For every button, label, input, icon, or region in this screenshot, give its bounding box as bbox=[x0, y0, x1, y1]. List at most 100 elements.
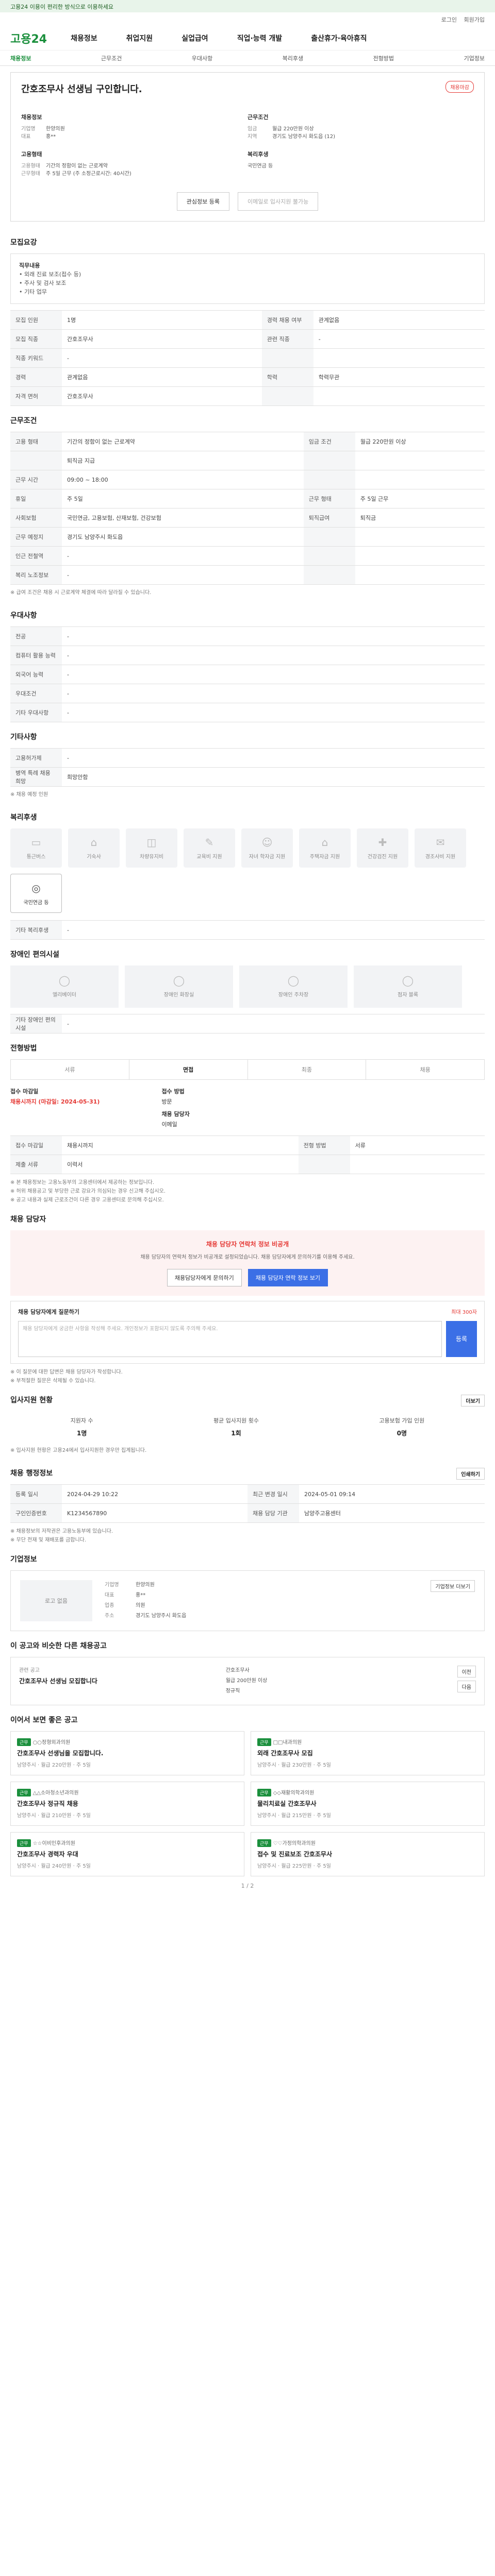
card-title: 간호조무사 경력자 우대 bbox=[17, 1851, 78, 1858]
card-tag: 근무 bbox=[257, 1738, 271, 1746]
card-company: □□내과의원 bbox=[273, 1740, 302, 1745]
section-title: 이어서 보면 좋은 공고 bbox=[10, 1716, 78, 1724]
cell-value: - bbox=[62, 565, 304, 585]
signup-link[interactable]: 회원가입 bbox=[464, 16, 485, 23]
cell-key: 근무 형태 bbox=[303, 489, 355, 509]
welfare-label: 교육비 지원 bbox=[196, 854, 222, 860]
kv-value: 홍** bbox=[46, 134, 56, 140]
contact-panel: 채용 담당자 연락처 정보 비공개 채용 담당자의 연락처 정보가 비공개로 설… bbox=[10, 1230, 485, 1296]
gnb-item[interactable]: 채용정보 bbox=[71, 33, 97, 43]
prev-button[interactable]: 이전 bbox=[457, 1666, 476, 1677]
table-row: 외국어 능력 - bbox=[10, 665, 485, 684]
question-textarea[interactable]: 채용 담당자에게 궁금한 사항을 작성해 주세요. 개인정보가 포함되지 않도록… bbox=[18, 1321, 442, 1357]
login-link[interactable]: 로그인 bbox=[441, 16, 457, 23]
email-apply-button[interactable]: 이메일로 입사지원 불가능 bbox=[237, 192, 319, 211]
cell-key: 경력 채용 여부 bbox=[261, 310, 314, 330]
pager[interactable]: 1 / 2 bbox=[0, 1876, 495, 1889]
summary-label: 근무조건 bbox=[248, 114, 269, 121]
cell-value: 주 5일 bbox=[62, 489, 304, 509]
question-box: 채용 담당자에게 질문하기 최대 300자 채용 담당자에게 궁금한 사항을 작… bbox=[10, 1301, 485, 1364]
stats-more-button[interactable]: 더보기 bbox=[461, 1395, 485, 1406]
deadline-value: 채용시까지 (마감일: 2024-05-31) bbox=[10, 1098, 100, 1105]
note-item: ※ 본 채용정보는 고용노동부의 고용센터에서 제공하는 정보입니다. bbox=[10, 1180, 155, 1185]
welfare-label: 차량유지비 bbox=[140, 854, 163, 860]
print-button[interactable]: 인쇄하기 bbox=[456, 1468, 485, 1480]
cell-key: 퇴직급여 bbox=[303, 508, 355, 528]
company-row: 업종 의원 bbox=[105, 1601, 418, 1611]
job-card[interactable]: 근무 ◇◇재활의학과의원 물리치료실 간호조무사 남양주시 · 월급 215만원 · … bbox=[251, 1782, 485, 1826]
cell-value bbox=[355, 451, 485, 470]
cell-value: - bbox=[62, 920, 485, 940]
kv-value: 한양의원 bbox=[46, 126, 65, 132]
gnb-item[interactable]: 직업·능력 개발 bbox=[237, 33, 282, 43]
question-submit-button[interactable]: 등록 bbox=[446, 1321, 477, 1357]
summary-left: 채용정보 기업명 한양의원 대표 홍** bbox=[21, 113, 248, 141]
stats-row: 지원자 수 1명 평균 입사지원 횟수 1회 고용보험 가입 인원 0명 bbox=[0, 1411, 495, 1443]
interest-button[interactable]: 관심정보 등록 bbox=[176, 192, 229, 211]
cell-value bbox=[350, 1155, 485, 1174]
welfare-card: ⌂ 주택자금 지원 bbox=[299, 828, 351, 868]
job-card[interactable]: 근무 △△소아청소년과의원 간호조무사 정규직 채용 남양주시 · 월급 210만원 … bbox=[10, 1782, 244, 1826]
gnb-item[interactable]: 실업급여 bbox=[182, 33, 208, 43]
cell-value: - bbox=[62, 626, 485, 646]
tab-preferred[interactable]: 우대사항 bbox=[192, 54, 212, 62]
contact-view-button[interactable]: 채용 담당자 연락 정보 보기 bbox=[248, 1269, 328, 1286]
job-card[interactable]: 근무 ♡♡가정의학과의원 접수 및 진료보조 간호조무사 남양주시 · 월급 225만… bbox=[251, 1832, 485, 1876]
table-row: 우대조건 - bbox=[10, 684, 485, 703]
cell-value bbox=[355, 565, 485, 585]
job-card[interactable]: 근무 ○○정형외과의원 간호조무사 선생님을 모집합니다. 남양주시 · 월급 220… bbox=[10, 1731, 244, 1775]
logo[interactable]: 고용24 bbox=[10, 30, 47, 46]
note-item: ※ 공고 내용과 실제 근로조건이 다른 경우 고용센터로 문의해 주십시오. bbox=[10, 1197, 164, 1203]
duty-item: • 기타 업무 bbox=[19, 289, 47, 295]
table-row: 접수 마감일 채용시까지 전형 방법 서류 bbox=[10, 1136, 485, 1155]
company-more-button[interactable]: 기업정보 더보기 bbox=[431, 1580, 475, 1592]
tab-recruit[interactable]: 채용정보 bbox=[10, 54, 31, 62]
tab-welfare[interactable]: 복리후생 bbox=[283, 54, 303, 62]
cell-value: 2024-04-29 10:22 bbox=[62, 1484, 248, 1504]
tab-conditions[interactable]: 근무조건 bbox=[101, 54, 122, 62]
cell-key bbox=[303, 527, 355, 547]
similar-tags: 간호조무사 월급 200만원 이상 정규직 bbox=[226, 1666, 329, 1697]
top-banner: 고용24 이용이 편리한 방식으로 이용하세요 bbox=[0, 0, 495, 12]
job-card[interactable]: 근무 □□내과의원 외래 간호조무사 모집 남양주시 · 월급 230만원 · 주 5… bbox=[251, 1731, 485, 1775]
cell-key: 휴일 bbox=[10, 489, 62, 509]
cell-value: 주 5일 근무 bbox=[355, 489, 485, 509]
cell-key: 직종 키워드 bbox=[10, 348, 62, 368]
welfare-label: 건강검진 지원 bbox=[367, 854, 398, 860]
facility-icon: ◯ bbox=[287, 974, 300, 987]
cell-key: 기타 우대사항 bbox=[10, 703, 62, 722]
gnb-item[interactable]: 출산휴가·육아휴직 bbox=[311, 33, 367, 43]
company-logo: 로고 없음 bbox=[20, 1580, 92, 1621]
stats-note: ※ 입사지원 현황은 고용24에서 입사지원한 경우만 집계됩니다. bbox=[10, 1448, 147, 1453]
facility-card: ◯ 점자 블록 bbox=[354, 965, 462, 1008]
cell-value: 2024-05-01 09:14 bbox=[299, 1484, 485, 1504]
similar-title[interactable]: 간호조무사 선생님 모집합니다 bbox=[19, 1676, 97, 1685]
cell-key bbox=[298, 1155, 350, 1174]
inquiry-button[interactable]: 채용담당자에게 문의하기 bbox=[167, 1269, 242, 1286]
table-row: 근무 예정지 경기도 남양주시 화도읍 bbox=[10, 527, 485, 547]
disability-extra: 기타 장애인 편의시설 - bbox=[10, 1014, 485, 1033]
gnb-item[interactable]: 취업지원 bbox=[126, 33, 153, 43]
kv-key: 고용형태 bbox=[21, 163, 40, 169]
job-card[interactable]: 근무 ☆☆이비인후과의원 간호조무사 경력자 우대 남양주시 · 월급 240만원 ·… bbox=[10, 1832, 244, 1876]
tab-method[interactable]: 전형방법 bbox=[373, 54, 394, 62]
health-icon: ✚ bbox=[378, 836, 387, 849]
cell-key: 학력 bbox=[261, 367, 314, 387]
welfare-card: ✉ 경조사비 지원 bbox=[415, 828, 466, 868]
facility-icon: ◯ bbox=[173, 974, 185, 987]
header: 고용24 채용정보 취업지원 실업급여 직업·능력 개발 출산휴가·육아휴직 bbox=[0, 26, 495, 50]
card-tag: 근무 bbox=[17, 1738, 31, 1746]
contact-warning: 채용 담당자 연락처 정보 비공개 bbox=[206, 1241, 289, 1248]
section-title: 모집요강 bbox=[10, 239, 37, 247]
cell-value: - bbox=[313, 329, 485, 349]
job-summary: 채용마감 간호조무사 선생님 구인합니다. 채용정보 기업명 한양의원 대표 홍**… bbox=[10, 72, 485, 222]
tab-company[interactable]: 기업정보 bbox=[464, 54, 484, 62]
cell-value: 기간의 정함이 없는 근로계약 bbox=[62, 432, 304, 451]
card-tag: 근무 bbox=[257, 1789, 271, 1797]
table-row: 복리 노조정보 - bbox=[10, 565, 485, 585]
cell-value: K1234567890 bbox=[62, 1503, 248, 1523]
stat-key: 지원자 수 bbox=[70, 1417, 93, 1424]
next-button[interactable]: 다음 bbox=[457, 1681, 476, 1692]
cell-key: 등록 일시 bbox=[10, 1484, 62, 1504]
card-title: 간호조무사 정규직 채용 bbox=[17, 1800, 78, 1807]
